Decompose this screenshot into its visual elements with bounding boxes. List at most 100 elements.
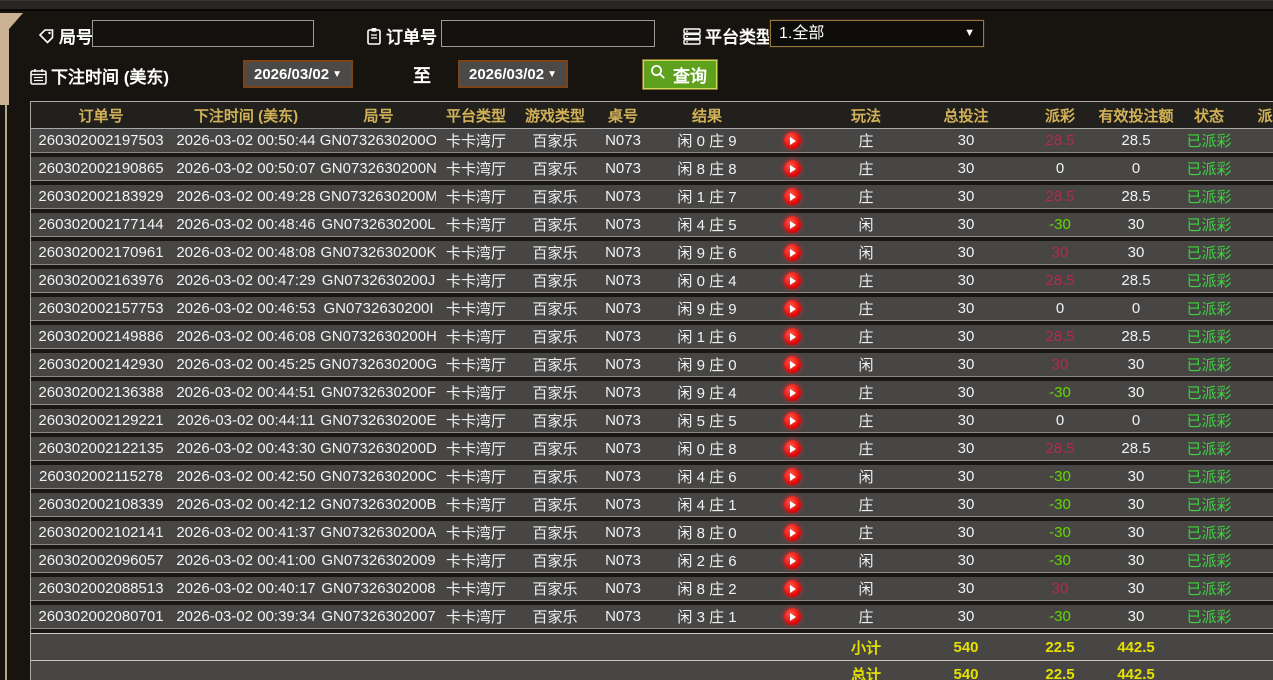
table-cell: -30 — [1022, 493, 1098, 517]
table-cell: 30 — [1098, 521, 1174, 545]
replay-play-icon[interactable] — [783, 552, 801, 569]
replay-play-icon[interactable] — [783, 244, 801, 261]
column-header: 派彩时间 — [1257, 107, 1273, 125]
table-cell: GN0732630200I — [321, 297, 436, 321]
table-cell: N073 — [594, 437, 652, 461]
date-to-picker[interactable]: 2026/03/02 ▼ — [458, 60, 568, 88]
table-cell — [1244, 129, 1273, 153]
table-cell: 30 — [910, 157, 1022, 181]
status-badge: 已派彩 — [1174, 409, 1244, 433]
replay-play-icon[interactable] — [783, 188, 801, 205]
table-cell: 2026-03-02 00:50:07 — [171, 157, 321, 181]
replay-play-icon[interactable] — [783, 216, 801, 233]
table-cell: 百家乐 — [516, 269, 594, 293]
clipboard-icon — [366, 27, 382, 50]
replay-play-icon[interactable] — [783, 300, 801, 317]
table-cell — [1244, 493, 1273, 517]
table-cell: 30 — [1098, 241, 1174, 265]
table-cell: 百家乐 — [516, 325, 594, 349]
table-cell: N073 — [594, 297, 652, 321]
grand-total-valid-bet: 442.5 — [1117, 665, 1155, 680]
subtotal-total-bet: 540 — [953, 638, 979, 656]
table-cell — [1244, 549, 1273, 573]
date-from-picker[interactable]: 2026/03/02 ▼ — [243, 60, 353, 88]
table-cell: N073 — [594, 325, 652, 349]
round-number-input[interactable] — [92, 20, 314, 47]
round-number-label: 局号 — [38, 23, 93, 50]
date-to-value: 2026/03/02 — [469, 65, 545, 83]
subtotal-payout: 22.5 — [1045, 638, 1075, 656]
table-cell: 30 — [1098, 353, 1174, 377]
play-triangle-icon — [790, 612, 796, 621]
table-cell: 2026-03-02 00:47:29 — [171, 269, 321, 293]
replay-play-icon[interactable] — [783, 440, 801, 457]
table-row: 260302002183929 2026-03-02 00:49:28 GN0732… — [31, 185, 1273, 213]
replay-play-icon[interactable] — [783, 496, 801, 513]
search-button-label: 查询 — [673, 67, 707, 86]
status-badge: 已派彩 — [1174, 605, 1244, 629]
table-cell: 30 — [910, 297, 1022, 321]
table-cell: 庄 — [822, 409, 910, 433]
table-cell: GN0732630200L — [321, 213, 436, 237]
table-cell: 卡卡湾厅 — [436, 157, 516, 181]
table-cell: 260302002157753 — [31, 297, 171, 321]
replay-play-icon[interactable] — [783, 524, 801, 541]
table-cell: 2026-03-02 00:45:25 — [171, 353, 321, 377]
replay-play-icon[interactable] — [783, 580, 801, 597]
column-header: 订单号 — [78, 107, 124, 125]
table-cell: 卡卡湾厅 — [436, 325, 516, 349]
table-cell: 卡卡湾厅 — [436, 269, 516, 293]
table-cell: 30 — [1098, 605, 1174, 629]
replay-play-icon[interactable] — [783, 272, 801, 289]
platform-type-select[interactable]: 1.全部 ▼ — [769, 19, 985, 48]
play-triangle-icon — [790, 584, 796, 593]
replay-play-icon[interactable] — [783, 356, 801, 373]
table-cell: 百家乐 — [516, 157, 594, 181]
replay-play-icon[interactable] — [783, 608, 801, 625]
chevron-down-icon: ▼ — [332, 68, 342, 80]
status-badge: 已派彩 — [1174, 437, 1244, 461]
chevron-down-icon: ▼ — [547, 68, 557, 80]
replay-play-icon[interactable] — [783, 412, 801, 429]
table-cell: 闲 — [822, 465, 910, 489]
play-triangle-icon — [790, 192, 796, 201]
table-cell: 30 — [910, 577, 1022, 601]
table-cell: 30 — [910, 129, 1022, 153]
table-cell: 百家乐 — [516, 381, 594, 405]
table-cell: 28.5 — [1098, 325, 1174, 349]
side-panel-handle[interactable] — [0, 13, 23, 105]
replay-play-icon[interactable] — [783, 468, 801, 485]
table-cell: 闲 0 庄 8 — [652, 437, 762, 461]
table-cell: N073 — [594, 381, 652, 405]
table-cell: 30 — [1022, 353, 1098, 377]
table-cell: 28.5 — [1098, 185, 1174, 209]
table-cell: 百家乐 — [516, 605, 594, 629]
replay-cell — [762, 521, 822, 545]
order-number-input[interactable] — [441, 20, 655, 47]
play-triangle-icon — [790, 444, 796, 453]
column-header: 总投注 — [943, 107, 989, 125]
table-cell: 2026-03-02 00:46:53 — [171, 297, 321, 321]
replay-play-icon[interactable] — [783, 132, 801, 149]
column-header: 平台类型 — [445, 107, 506, 125]
column-header: 游戏类型 — [524, 107, 585, 125]
column-header: 结果 — [691, 107, 722, 125]
date-range-to-label: 至 — [413, 66, 431, 86]
table-cell: 28.5 — [1022, 185, 1098, 209]
column-header: 玩法 — [850, 107, 881, 125]
table-cell: 30 — [1098, 549, 1174, 573]
table-cell — [1244, 325, 1273, 349]
replay-play-icon[interactable] — [783, 328, 801, 345]
table-cell — [1244, 353, 1273, 377]
status-badge: 已派彩 — [1174, 549, 1244, 573]
play-triangle-icon — [790, 276, 796, 285]
table-cell: 260302002096057 — [31, 549, 171, 573]
replay-play-icon[interactable] — [783, 160, 801, 177]
table-cell: 庄 — [822, 605, 910, 629]
table-cell: 百家乐 — [516, 129, 594, 153]
replay-play-icon[interactable] — [783, 384, 801, 401]
search-button[interactable]: 查询 — [642, 59, 718, 90]
table-cell — [1244, 409, 1273, 433]
replay-cell — [762, 577, 822, 601]
table-cell: 0 — [1098, 297, 1174, 321]
